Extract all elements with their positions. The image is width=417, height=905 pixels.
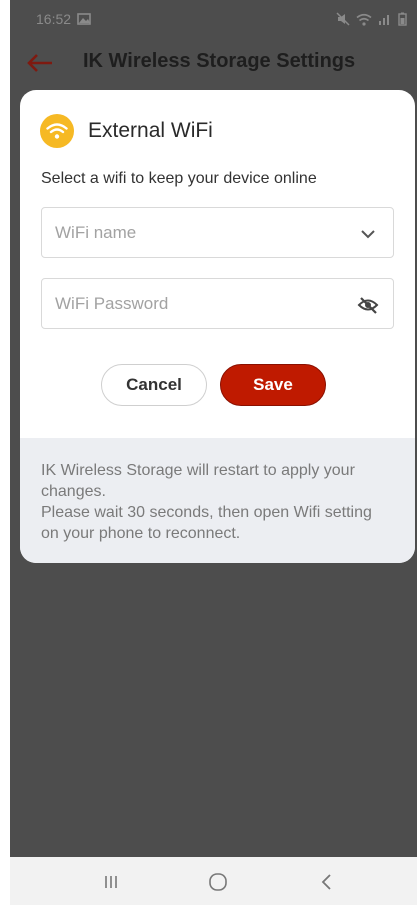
chevron-down-icon[interactable] (357, 223, 379, 245)
wifi-password-placeholder: WiFi Password (55, 294, 169, 313)
save-button[interactable]: Save (220, 364, 326, 406)
wifi-signal-icon (356, 13, 372, 26)
dialog-title: External WiFi (88, 119, 213, 142)
status-right (336, 12, 407, 26)
info-line: on your phone to reconnect. (41, 525, 241, 542)
info-line: Please wait 30 seconds, then open Wifi s… (41, 504, 372, 521)
wifi-badge (40, 114, 74, 148)
wifi-password-field[interactable]: WiFi Password (41, 278, 394, 329)
back-icon[interactable] (315, 871, 339, 893)
home-icon[interactable] (206, 871, 230, 893)
wifi-name-dropdown[interactable]: WiFi name (41, 207, 394, 258)
gallery-notification-icon (77, 13, 91, 25)
info-message: IK Wireless Storage will restart to appl… (41, 460, 401, 544)
status-bar: 16:52 (10, 0, 417, 38)
status-time: 16:52 (36, 11, 72, 27)
cell-signal-icon (379, 15, 389, 25)
navigation-bar (10, 857, 417, 905)
recent-apps-icon[interactable] (99, 871, 123, 893)
status-left: 16:52 (36, 11, 91, 27)
phone-screen: 16:52 IK Wireless Storage Settings Exter… (10, 0, 417, 905)
external-wifi-dialog: External WiFi Select a wifi to keep your… (20, 90, 415, 563)
info-panel: IK Wireless Storage will restart to appl… (20, 438, 415, 563)
info-line: changes. (41, 483, 106, 500)
info-line: IK Wireless Storage will restart to appl… (41, 462, 355, 479)
cancel-button[interactable]: Cancel (101, 364, 207, 406)
dialog-header: External WiFi (40, 114, 213, 148)
wifi-name-placeholder: WiFi name (55, 223, 137, 242)
app-bar: IK Wireless Storage Settings (10, 38, 417, 88)
dialog-subtitle: Select a wifi to keep your device online (41, 170, 317, 187)
eye-off-icon[interactable] (357, 294, 379, 316)
app-title: IK Wireless Storage Settings (83, 50, 356, 72)
wifi-icon (46, 123, 68, 139)
mute-icon (336, 12, 350, 26)
back-arrow-icon[interactable] (26, 48, 54, 78)
battery-icon (398, 12, 407, 26)
